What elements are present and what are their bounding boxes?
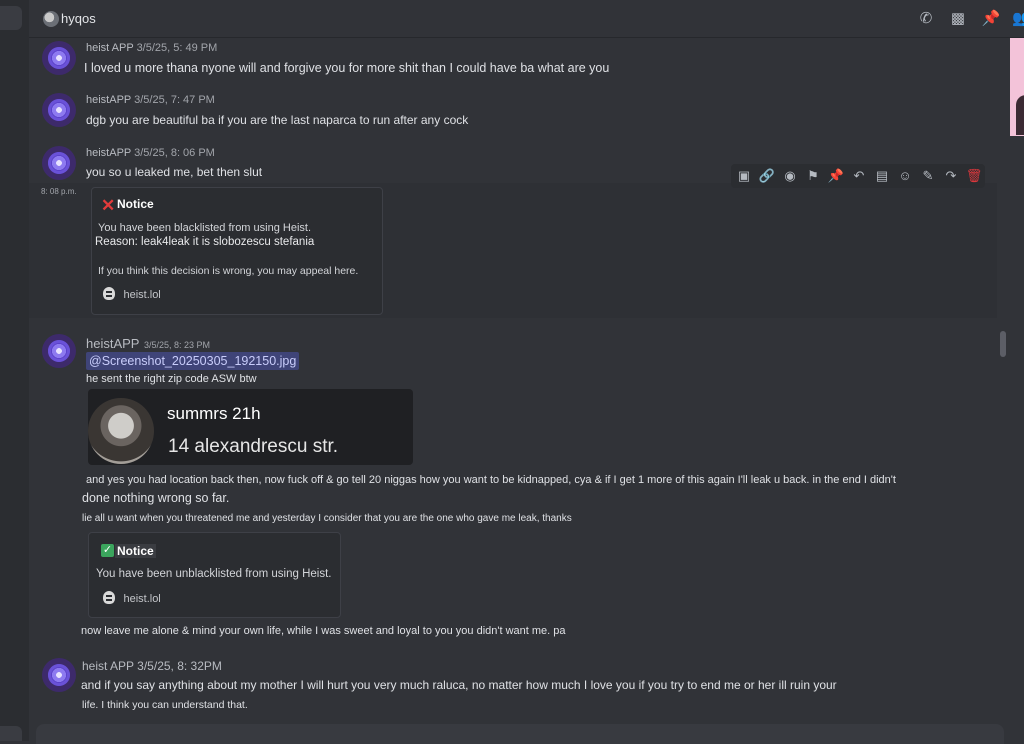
scrollbar-thumb[interactable] [1000,331,1006,357]
video-icon[interactable]: ▩ [948,9,968,29]
message-text: I loved u more thana nyone will and forg… [84,61,610,75]
edit-icon[interactable]: ✎ [919,167,937,185]
author-name[interactable]: heistAPP [86,147,131,159]
forward-icon[interactable]: ↷ [942,167,960,185]
text-icon[interactable]: ▤ [873,167,891,185]
message-input[interactable] [36,724,1004,744]
message-text: and yes you had location back then, now … [86,474,896,486]
card-name: summrs 21h [167,404,261,423]
channel-header [29,0,1024,38]
message-text: now leave me alone & mind your own life,… [81,625,566,637]
dm-avatar-icon[interactable] [43,11,59,27]
author-name[interactable]: heistAPP [86,94,131,106]
notice-embed: ✕ Notice You have been blacklisted from … [91,187,383,315]
author-name[interactable]: heist APP [82,659,134,673]
avatar[interactable] [42,93,76,127]
notice-embed: ✓ Notice You have been unblacklisted fro… [88,532,341,618]
author-name[interactable]: heist APP [86,42,134,54]
message-text: and if you say anything about my mother … [81,678,837,692]
message-header: heistAPP 3/5/25, 7: 47 PM [86,94,215,106]
timestamp: 3/5/25, 8: 06 PM [134,147,215,159]
embed-title: Notice [117,197,154,211]
check-mark-icon: ✓ [101,544,114,557]
embed-footer: heist.lol [103,589,161,607]
timestamp: 3/5/25, 5: 49 PM [136,42,218,54]
timestamp: 3/5/25, 8: 23 PM [143,340,210,350]
link-icon[interactable]: 🔗 [758,167,776,185]
bookmark-icon[interactable]: ⚑ [804,167,822,185]
user-panel[interactable] [0,726,22,741]
message-header: heistAPP 3/5/25, 8: 23 PM [86,335,210,353]
profile-avatar[interactable] [1016,95,1024,135]
skull-icon [103,287,115,301]
card-address: 14 alexandrescu str. [168,436,339,457]
emoji-icon[interactable]: ☺ [896,167,914,185]
avatar[interactable] [42,146,76,180]
server-sidebar [0,0,29,741]
thread-icon[interactable]: ◉ [781,167,799,185]
footer-text: heist.lol [123,593,161,605]
embed-description: You have been unblacklisted from using H… [96,568,332,580]
footer-text: heist.lol [123,289,161,301]
embed-appeal: If you think this decision is wrong, you… [98,265,359,277]
message-text: dgb you are beautiful ba if you are the … [86,113,469,127]
channel-name: hyqos [61,11,96,26]
message-text: lie all u want when you threatened me an… [82,513,572,524]
avatar[interactable] [42,334,76,368]
avatar[interactable] [42,41,76,75]
embed-reason: Reason: leak4leak it is slobozescu stefa… [95,236,315,248]
members-icon[interactable]: 👥 [1012,9,1024,29]
pin-icon[interactable]: 📌 [827,167,845,185]
embed-description: You have been blacklisted from using Hei… [98,222,311,234]
delete-icon[interactable]: 🗑 [965,167,983,185]
phone-icon[interactable]: ✆ [916,9,936,29]
timestamp: 3/5/25, 7: 47 PM [134,94,215,106]
embed-title: Notice [115,544,156,558]
message-toolbar: ▣ 🔗 ◉ ⚑ 📌 ↶ ▤ ☺ ✎ ↷ 🗑 [731,164,985,188]
message-header: heist APP 3/5/25, 8: 32PM [82,659,222,673]
author-name[interactable]: heistAPP [86,336,139,351]
message-header: heist APP 3/5/25, 5: 49 PM [86,42,217,54]
message-text: you so u leaked me, bet then slut [86,165,263,179]
pin-icon[interactable]: 📌 [981,9,1001,29]
reply-icon[interactable]: ↶ [850,167,868,185]
message-text: he sent the right zip code ASW btw [86,373,257,385]
avatar[interactable] [42,658,76,692]
inline-timestamp: 8: 08 p.m. [41,187,77,196]
timestamp: 3/5/25, 8: 32PM [137,659,222,673]
attachment-link[interactable]: @Screenshot_20250305_192150.jpg [86,352,300,370]
message-text: life. I think you can understand that. [82,699,248,711]
skull-icon [103,591,115,605]
copy-id-icon[interactable]: ▣ [735,167,753,185]
profile-photo [88,398,154,464]
message-header: heistAPP 3/5/25, 8: 06 PM [86,147,215,159]
message-text: done nothing wrong so far. [82,491,230,505]
server-pill[interactable] [0,6,22,30]
cross-mark-icon: ✕ [101,196,116,215]
embed-footer: heist.lol [103,285,161,303]
